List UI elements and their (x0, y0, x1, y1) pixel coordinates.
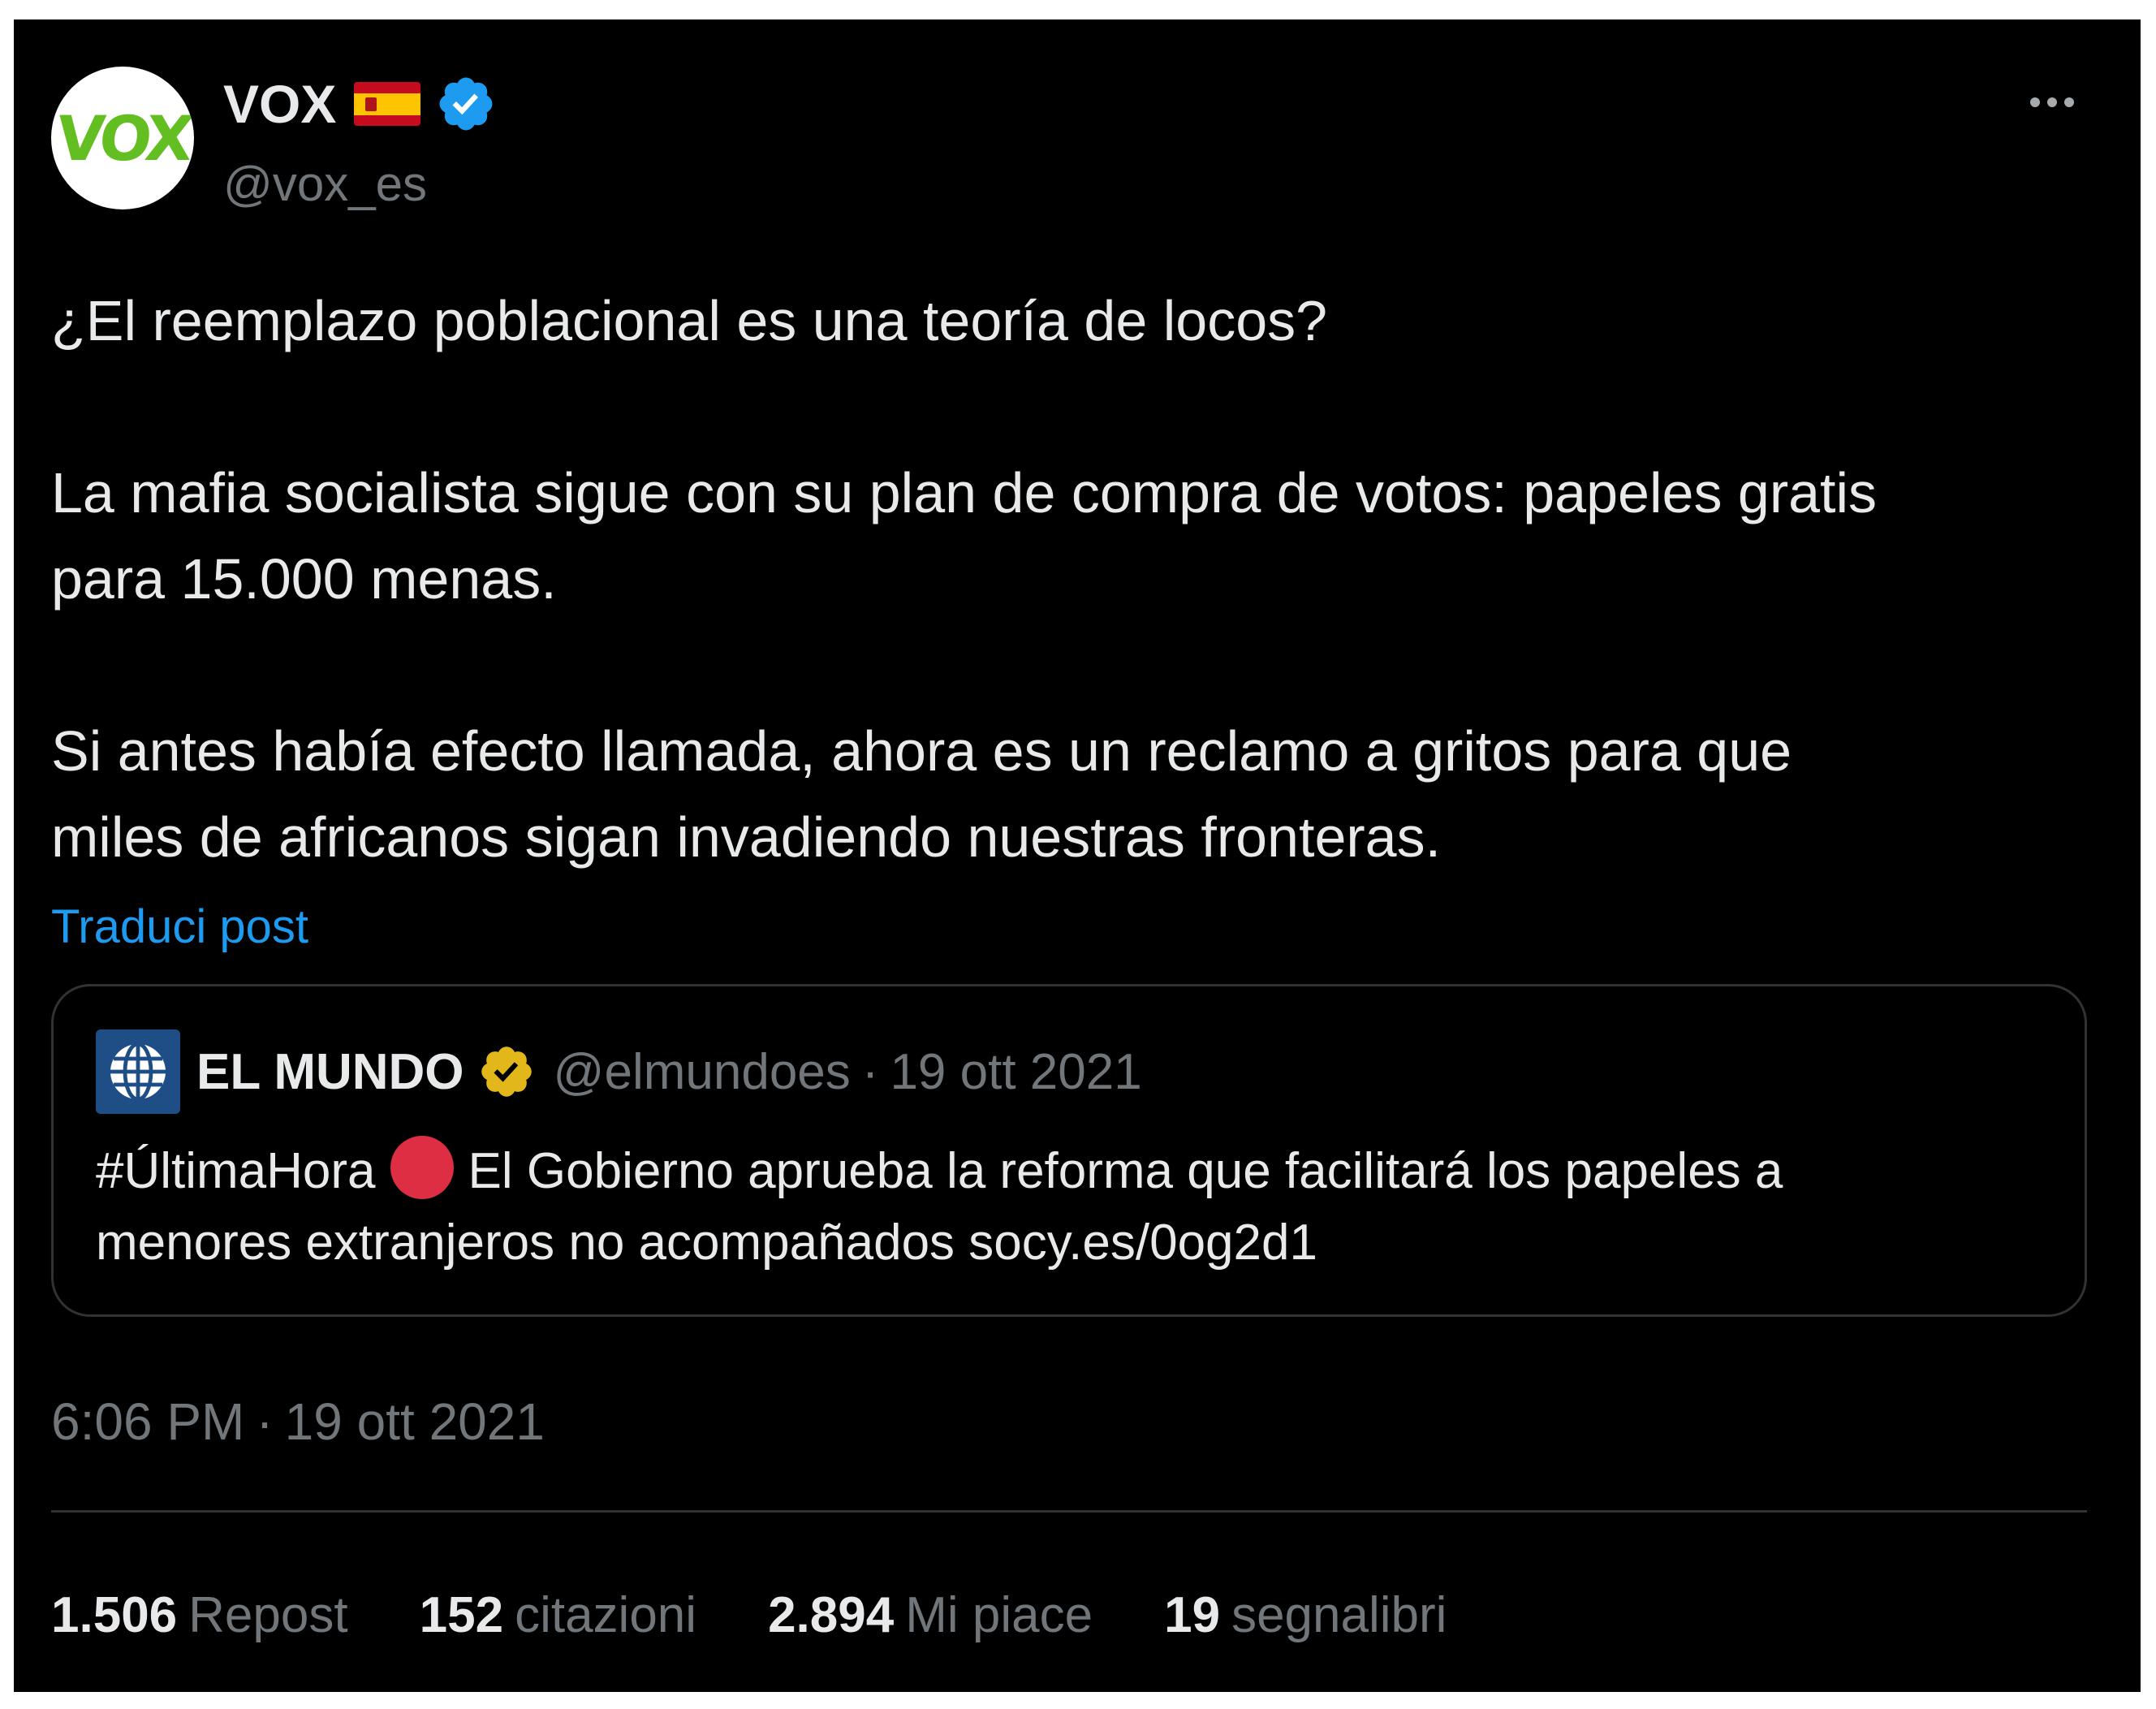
post-line: La mafia socialista sigue con su plan de… (51, 461, 1878, 524)
post-line: ¿El reemplazo poblacional es una teoría … (51, 289, 1328, 352)
quoted-tweet-header: EL MUNDO @elmundoes · 19 ott 2021 (96, 1027, 1142, 1116)
post-blank-line (51, 622, 2113, 708)
vox-logo: VOX (52, 101, 193, 175)
quoted-handle[interactable]: @elmundoes (554, 1043, 851, 1101)
stat-value: 1.506 (51, 1586, 178, 1643)
more-options-icon[interactable] (2022, 89, 2082, 115)
stat-likes[interactable]: 2.894 Mi piace (768, 1586, 1093, 1644)
quoted-display-name[interactable]: EL MUNDO (196, 1043, 464, 1101)
quoted-text: #ÚltimaHora El Gobierno aprueba la reform… (96, 1136, 2060, 1279)
quoted-tweet[interactable]: EL MUNDO @elmundoes · 19 ott 2021 #Últim… (51, 984, 2087, 1317)
stat-value: 2.894 (768, 1586, 895, 1643)
hashtag-link[interactable]: #ÚltimaHora (96, 1143, 376, 1199)
stat-label: Repost (188, 1586, 348, 1643)
author-display-name[interactable]: VOX (223, 73, 336, 135)
quoted-separator: · (861, 1043, 879, 1100)
tweet-card: VOX VOX @vox_es ¿El reemplazo poblaciona… (14, 19, 2141, 1692)
post-blank-line (51, 364, 2113, 450)
post-line: miles de africanos sigan invadiendo nues… (51, 805, 1442, 869)
stat-reposts[interactable]: 1.506 Repost (51, 1586, 348, 1644)
quoted-text-line: #ÚltimaHora El Gobierno aprueba la reform… (96, 1136, 2060, 1207)
engagement-stats: 1.506 Repost 152 citazioni 2.894 Mi piace 1… (51, 1578, 1518, 1651)
red-circle-icon (390, 1136, 454, 1199)
gold-verified-badge-icon[interactable] (477, 1042, 536, 1101)
verified-badge-icon[interactable] (435, 73, 497, 135)
stat-value: 152 (419, 1586, 504, 1643)
quoted-date[interactable]: 19 ott 2021 (890, 1043, 1141, 1101)
post-text: ¿El reemplazo poblacional es una teoría … (51, 278, 2113, 880)
stat-label: Mi piace (905, 1586, 1093, 1643)
post-time: 6:06 PM (51, 1392, 245, 1451)
post-date: 19 ott 2021 (284, 1392, 545, 1451)
author-handle[interactable]: @vox_es (223, 156, 427, 212)
translate-post-link[interactable]: Traduci post (51, 900, 308, 954)
author-avatar[interactable]: VOX (51, 67, 194, 209)
spain-flag-icon (354, 82, 421, 126)
stat-label: segnalibri (1231, 1586, 1447, 1643)
post-timestamp[interactable]: 6:06 PM · 19 ott 2021 (51, 1392, 545, 1452)
stat-bookmarks[interactable]: 19 segnalibri (1164, 1586, 1447, 1644)
timestamp-separator: · (256, 1392, 274, 1451)
divider (51, 1510, 2087, 1513)
quoted-text-line1: El Gobierno aprueba la reforma que facil… (468, 1143, 1783, 1199)
stat-label: citazioni (515, 1586, 697, 1643)
post-line: Si antes había efecto llamada, ahora es … (51, 719, 1792, 783)
post-line: para 15.000 menas. (51, 547, 557, 611)
quoted-text-line2: menores extranjeros no acompañados socy.… (96, 1215, 1317, 1271)
author-name-row: VOX (223, 70, 497, 138)
globe-icon (110, 1042, 166, 1102)
stat-quotes[interactable]: 152 citazioni (420, 1586, 696, 1644)
stat-value: 19 (1164, 1586, 1221, 1643)
el-mundo-globe-icon[interactable] (96, 1029, 180, 1114)
